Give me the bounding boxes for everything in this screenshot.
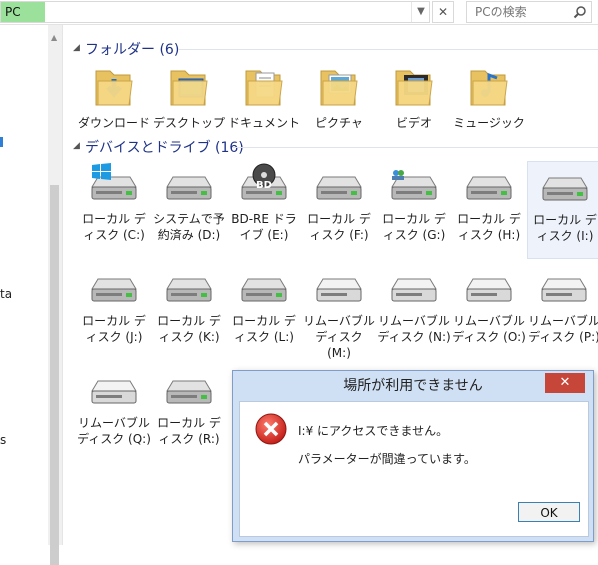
music-folder-icon: [452, 63, 526, 111]
hard-drive-icon: [452, 161, 526, 207]
desktop-folder-icon: [152, 63, 226, 111]
removable-drive-icon: [77, 365, 151, 411]
search-input[interactable]: [467, 2, 575, 22]
chevron-down-icon[interactable]: ▼: [411, 2, 430, 22]
item-label: ミュージック: [453, 116, 525, 130]
download-folder-icon: [77, 63, 151, 111]
item-label: リムーバブル ディスク (O:): [452, 314, 526, 344]
scrollbar-thumb[interactable]: [50, 185, 59, 565]
group-label: フォルダー (6): [85, 42, 180, 58]
nav-item-partial[interactable]: ta: [0, 287, 12, 301]
address-field[interactable]: PC ▼: [0, 1, 430, 23]
item-label: ローカル ディスク (G:): [382, 212, 446, 242]
drive-item[interactable]: システムで予約済み (D:): [152, 161, 226, 257]
drive-item[interactable]: ローカル ディスク (F:): [302, 161, 376, 257]
hard-drive-icon: [152, 161, 226, 207]
scroll-up-icon[interactable]: ▲: [51, 33, 57, 42]
shared-drive-icon: [377, 161, 451, 207]
item-label: ローカル ディスク (K:): [157, 314, 221, 344]
drive-item[interactable]: ローカル ディスク (C:): [77, 161, 151, 257]
item-label: ローカル ディスク (R:): [157, 416, 221, 446]
drive-item[interactable]: リムーバブル ディスク (N:): [377, 263, 451, 359]
error-message: I:¥ にアクセスできません。: [298, 424, 449, 438]
dialog-body: I:¥ にアクセスできません。 パラメーターが間違っています。 OK: [239, 401, 589, 537]
devices-group-header[interactable]: ◢ デバイスとドライブ (16): [73, 137, 598, 157]
item-label: ドキュメント: [227, 116, 300, 130]
item-label: ローカル ディスク (F:): [307, 212, 371, 242]
hard-drive-icon: [227, 263, 301, 309]
item-label: ダウンロード: [77, 116, 150, 130]
error-dialog: 場所が利用できません ✕ I:¥ にアクセスできません。 パラメーターが間違って…: [232, 370, 594, 542]
drive-item[interactable]: リムーバブル ディスク (Q:): [77, 365, 151, 461]
pictures-folder-icon: [302, 63, 376, 111]
item-label: ローカル ディスク (L:): [232, 314, 296, 344]
item-label: リムーバブル ディスク (Q:): [77, 416, 151, 446]
hard-drive-icon: [302, 161, 376, 207]
folder-item[interactable]: ビデオ: [377, 63, 451, 131]
navigation-scrollbar[interactable]: ▲: [48, 25, 63, 565]
item-label: ローカル ディスク (C:): [82, 212, 146, 242]
drive-item[interactable]: リムーバブル ディスク (M:): [302, 263, 376, 360]
folders-group-header[interactable]: ◢ フォルダー (6): [73, 39, 598, 59]
clear-address-button[interactable]: ✕: [432, 1, 454, 23]
videos-folder-icon: [377, 63, 451, 111]
item-label: リムーバブル ディスク (M:): [303, 314, 375, 360]
item-label: ピクチャ: [315, 116, 363, 130]
folder-item[interactable]: ミュージック: [452, 63, 526, 131]
group-label: デバイスとドライブ (16): [85, 140, 244, 156]
documents-folder-icon: [227, 63, 301, 111]
item-label: ローカル ディスク (H:): [457, 212, 521, 242]
collapse-arrow-icon[interactable]: ◢: [73, 43, 80, 53]
error-icon: [255, 413, 287, 445]
hard-drive-icon: [152, 365, 226, 411]
removable-drive-icon: [302, 263, 376, 309]
search-icon[interactable]: [573, 5, 587, 19]
drive-item[interactable]: ローカル ディスク (R:): [152, 365, 226, 461]
collapse-arrow-icon[interactable]: ◢: [73, 141, 80, 151]
drive-item[interactable]: ローカル ディスク (H:): [452, 161, 526, 257]
hard-drive-icon: [528, 162, 598, 208]
drive-item[interactable]: リムーバブル ディスク (P:): [527, 263, 598, 359]
hard-drive-icon: [77, 263, 151, 309]
ok-button[interactable]: OK: [518, 502, 580, 522]
folder-item[interactable]: ダウンロード: [77, 63, 151, 131]
item-label: リムーバブル ディスク (P:): [528, 314, 598, 344]
svg-text:BD: BD: [256, 180, 272, 191]
item-label: ビデオ: [395, 116, 432, 130]
item-label: ローカル ディスク (I:): [533, 213, 597, 243]
item-label: デスクトップ: [152, 116, 225, 130]
hard-drive-icon: [152, 263, 226, 309]
item-label: システムで予約済み (D:): [153, 212, 225, 242]
navigation-pane: ta s: [0, 25, 49, 545]
drive-item[interactable]: BD BD-RE ドライブ (E:): [227, 161, 301, 257]
drive-item[interactable]: ローカル ディスク (K:): [152, 263, 226, 359]
close-button[interactable]: ✕: [545, 373, 585, 393]
nav-selection-marker: [0, 137, 3, 147]
error-detail: パラメーターが間違っています。: [298, 452, 476, 466]
group-divider: [233, 147, 598, 148]
group-divider: [179, 49, 598, 50]
drive-item[interactable]: ローカル ディスク (I:): [527, 161, 598, 259]
removable-drive-icon: [452, 263, 526, 309]
bd-drive-icon: BD: [227, 161, 301, 207]
folder-item[interactable]: デスクトップ: [152, 63, 226, 131]
windows-drive-icon: [77, 161, 151, 207]
search-box[interactable]: [466, 1, 592, 23]
item-label: リムーバブル ディスク (N:): [377, 314, 451, 344]
item-label: ローカル ディスク (J:): [82, 314, 146, 344]
address-bar-row: PC ▼ ✕: [0, 0, 598, 25]
drive-item[interactable]: ローカル ディスク (J:): [77, 263, 151, 359]
nav-item-partial[interactable]: s: [0, 433, 6, 447]
drive-item[interactable]: ローカル ディスク (L:): [227, 263, 301, 359]
drive-item[interactable]: ローカル ディスク (G:): [377, 161, 451, 257]
removable-drive-icon: [377, 263, 451, 309]
removable-drive-icon: [527, 263, 598, 309]
item-label: BD-RE ドライブ (E:): [231, 212, 297, 242]
address-location[interactable]: PC: [1, 2, 45, 22]
drive-item[interactable]: リムーバブル ディスク (O:): [452, 263, 526, 359]
dialog-title: 場所が利用できません: [343, 378, 483, 394]
folder-item[interactable]: ドキュメント: [227, 63, 301, 131]
folder-item[interactable]: ピクチャ: [302, 63, 376, 131]
